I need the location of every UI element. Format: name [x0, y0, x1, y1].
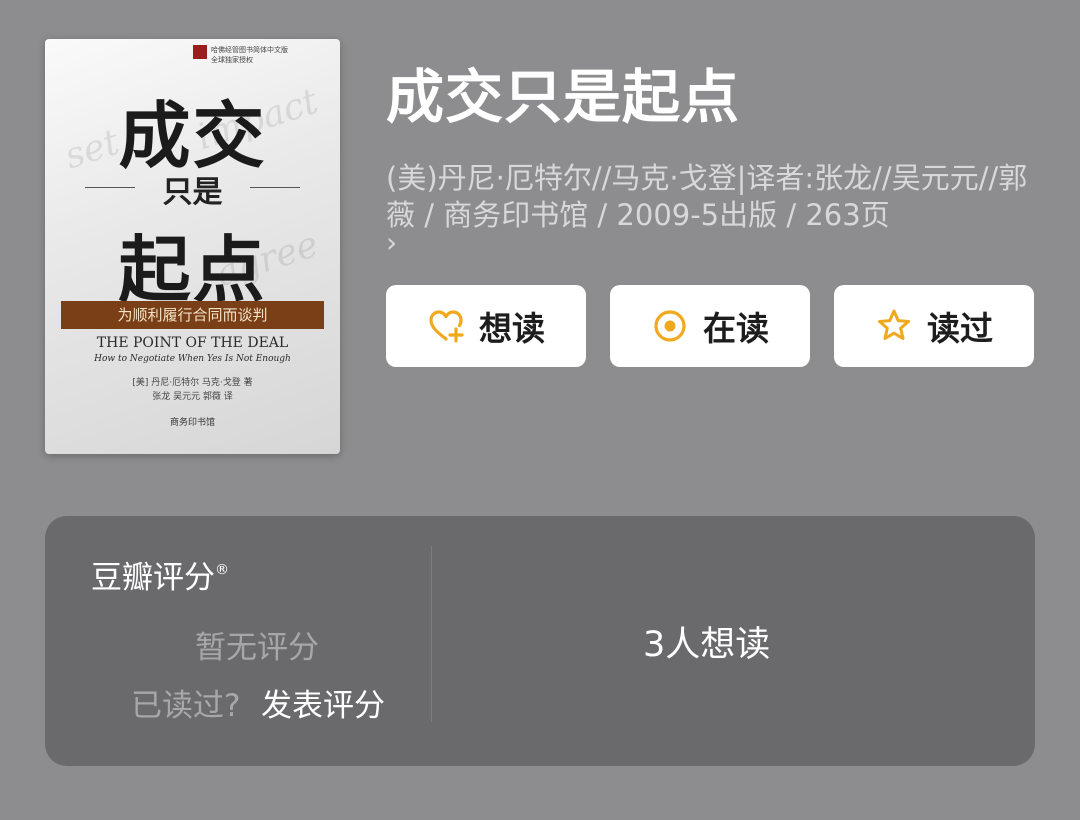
want-count[interactable]: 3人想读 [643, 616, 770, 667]
douban-rating-title: 豆瓣评分® [91, 552, 229, 597]
cover-translators: 张龙 吴元元 郭薇 译 [152, 392, 233, 402]
have-read-label: 读过 [927, 309, 993, 348]
cover-english-subtitle: How to Negotiate When Yes Is Not Enough [94, 354, 291, 364]
chevron-right-icon[interactable]: › [386, 226, 397, 259]
no-rating-text: 暂无评分 [195, 630, 319, 666]
want-to-read-button[interactable]: 想读 [386, 285, 586, 367]
cover-publisher: 商务印书馆 [169, 418, 215, 428]
book-title: 成交只是起点 [386, 63, 741, 131]
cover-series-line: 哈佛经管图书简体中文版 [211, 46, 288, 54]
cover-series-line-2: 全球独家授权 [211, 56, 253, 64]
reading-label: 在读 [703, 309, 769, 348]
rating-title-text: 豆瓣评分 [91, 560, 215, 596]
post-rating-link[interactable]: 发表评分 [261, 680, 385, 725]
cover-series-text: 哈佛经管图书简体中文版 全球独家授权 [211, 45, 340, 71]
cover-subtitle: 只是 [162, 175, 223, 210]
cover-english-title: THE POINT OF THE DEAL [96, 335, 289, 351]
registered-mark: ® [215, 562, 229, 578]
want-to-read-label: 想读 [479, 309, 545, 348]
cover-authors: [美] 丹尼·厄特尔 马克·戈登 著 [132, 378, 253, 388]
cover-band: 为顺利履行合同而谈判 [61, 301, 324, 329]
panel-divider [431, 546, 432, 722]
radio-dot-icon [651, 307, 689, 345]
have-read-button[interactable]: 读过 [834, 285, 1034, 367]
star-icon [875, 307, 913, 345]
read-question-text: 已读过? [131, 688, 241, 724]
rating-panel: 豆瓣评分® 暂无评分 已读过? 发表评分 3人想读 [45, 516, 1035, 766]
cover-divider [250, 187, 300, 188]
publisher-logo-icon [193, 45, 207, 59]
book-cover[interactable]: set impact agree 哈佛经管图书简体中文版 全球独家授权 成交 只… [45, 39, 340, 454]
book-meta[interactable]: (美)丹尼·厄特尔//马克·戈登|译者:张龙//吴元元//郭薇 / 商务印书馆 … [386, 160, 1036, 234]
reading-button[interactable]: 在读 [610, 285, 810, 367]
heart-plus-icon [427, 307, 465, 345]
